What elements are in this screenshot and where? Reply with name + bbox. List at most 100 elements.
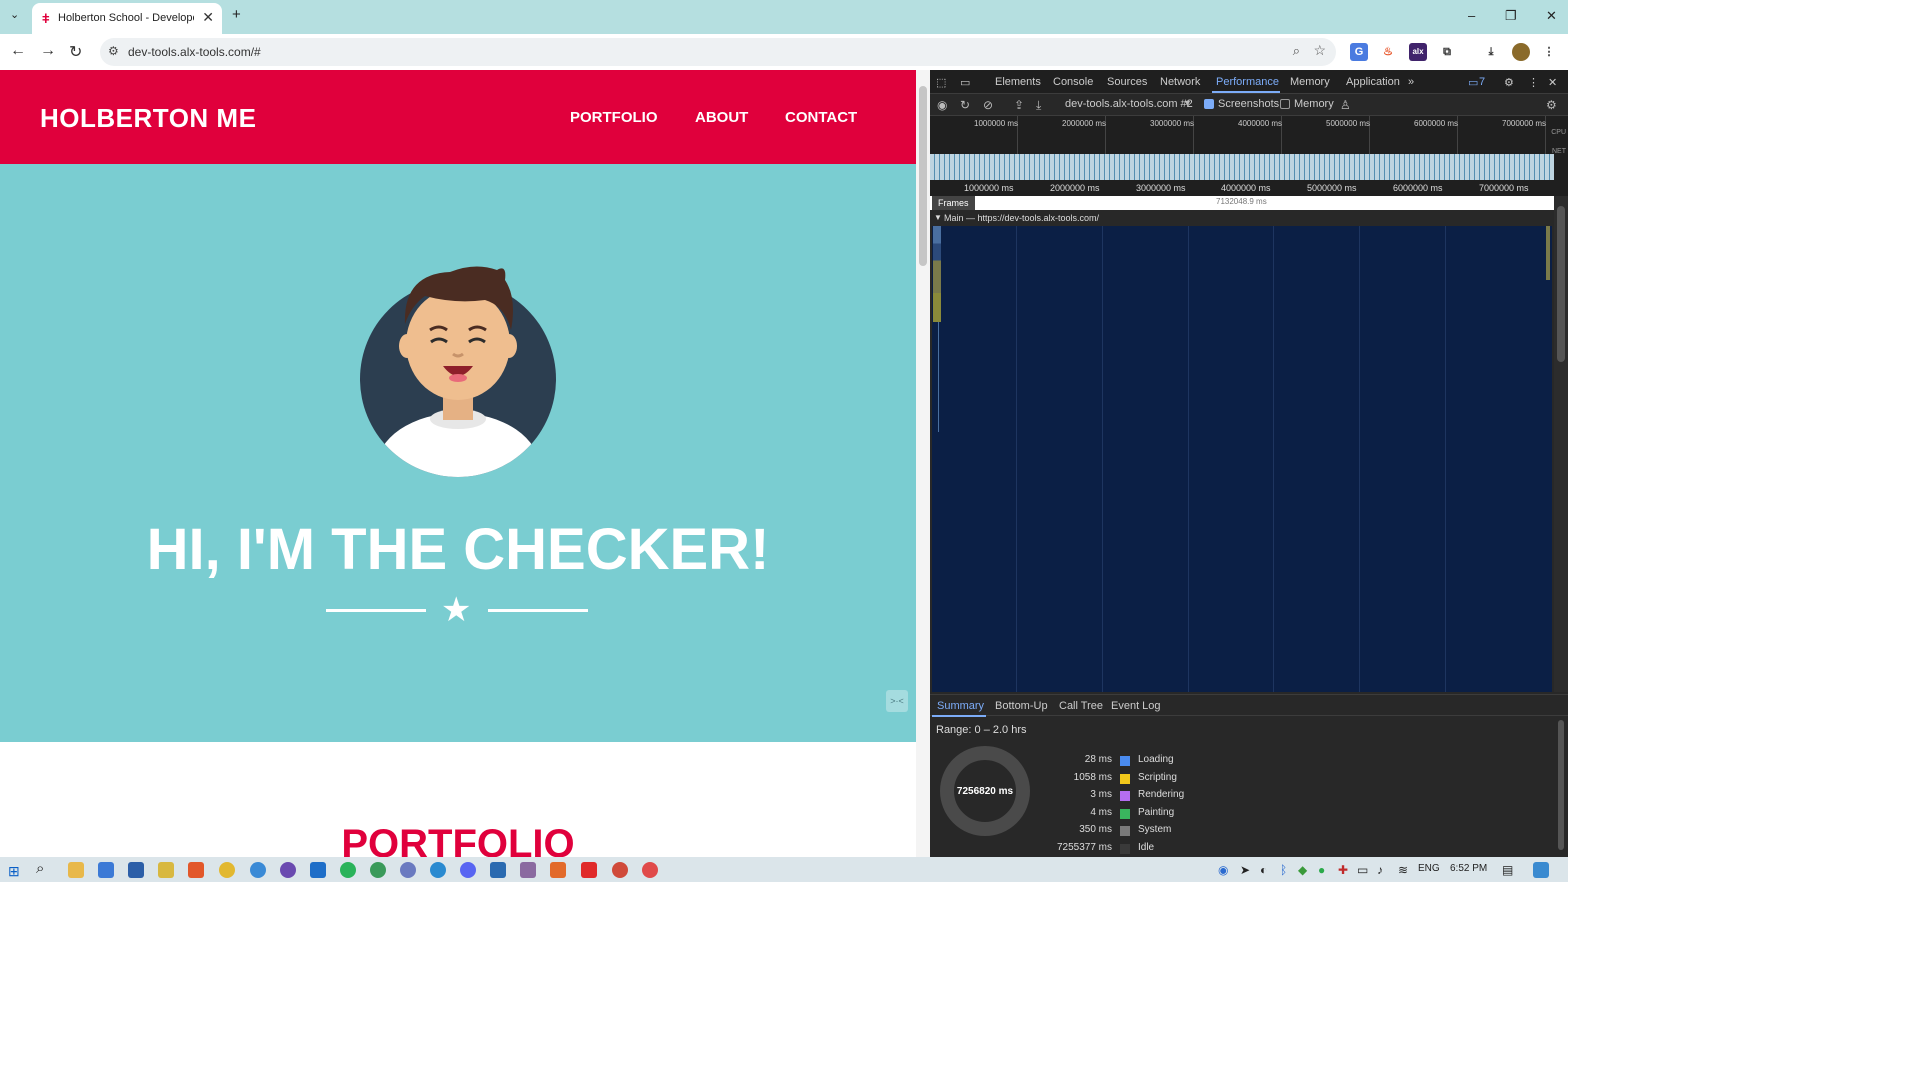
close-window-button[interactable]: ✕ [1546,8,1557,24]
flame-task-block[interactable] [933,226,941,322]
nav-about[interactable]: ABOUT [695,109,748,126]
discord-tray-icon[interactable]: ◐ [1260,863,1267,877]
vscode-icon[interactable] [310,862,326,878]
clear-icon[interactable]: ⊘ [983,98,993,112]
nvidia-icon[interactable]: ◆ [1298,863,1307,877]
battery-icon[interactable]: ▭ [1357,863,1368,877]
minimize-button[interactable]: – [1468,8,1475,23]
tab-console[interactable]: Console [1053,76,1093,88]
fire-extension-icon[interactable]: ♨ [1379,43,1397,61]
app-icon[interactable] [128,862,144,878]
tab-memory[interactable]: Memory [1290,76,1330,88]
profile-avatar[interactable] [1512,43,1530,61]
tab-elements[interactable]: Elements [995,76,1041,88]
downloads-icon[interactable]: ⤓ [1482,43,1500,61]
site-brand[interactable]: HOLBERTON ME [40,103,256,134]
tab-search-icon[interactable]: ⌄ [10,8,19,21]
notes-icon[interactable] [158,862,174,878]
flame-scrollbar[interactable] [1554,196,1568,692]
app-icon[interactable] [400,862,416,878]
copilot-icon[interactable] [1533,862,1549,878]
back-icon[interactable]: ← [10,42,26,60]
github-icon[interactable] [280,862,296,878]
new-tab-button[interactable]: + [232,6,241,23]
tab-bottom-up[interactable]: Bottom-Up [995,700,1048,712]
search-icon[interactable]: ⌕ [36,860,52,877]
screenshots-checkbox[interactable] [1204,99,1214,109]
download-profile-icon[interactable]: ⤓ [1036,98,1041,113]
telegram-icon[interactable] [430,862,446,878]
app-icon[interactable] [550,862,566,878]
floating-widget-button[interactable]: >·< [886,690,908,712]
chrome-profile-icon[interactable] [612,862,628,878]
address-bar[interactable]: ⚙ dev-tools.alx-tools.com/# ⌕ ☆ [100,38,1336,66]
collect-garbage-icon[interactable]: ♙ [1340,98,1351,112]
memory-checkbox[interactable] [1280,99,1290,109]
inspect-element-icon[interactable]: ⬚ [936,76,946,89]
browser-menu-icon[interactable]: ⋮ [1540,43,1558,61]
page-scrollbar[interactable] [916,70,930,857]
settings-gear-icon[interactable]: ⚙ [1504,76,1514,89]
app-icon[interactable] [188,862,204,878]
translate-extension-icon[interactable]: G [1350,43,1368,61]
upload-profile-icon[interactable]: ⇪ [1014,98,1024,112]
reload-record-icon[interactable]: ↻ [960,98,970,112]
app-icon[interactable] [370,862,386,878]
language-indicator[interactable]: ENG [1418,863,1440,874]
issues-icon[interactable]: ▭ [1468,76,1478,89]
flame-scroll-thumb[interactable] [1557,206,1565,362]
discord-icon[interactable] [460,862,476,878]
expand-arrow-icon[interactable]: ▼ [934,213,942,222]
tab-close-icon[interactable]: ✕ [202,9,214,26]
bookmark-star-icon[interactable]: ☆ [1313,42,1326,59]
tab-network[interactable]: Network [1160,76,1200,88]
volume-icon[interactable]: ♪ [1377,863,1383,877]
tab-performance[interactable]: Performance [1216,76,1279,88]
tray-app-icon[interactable]: ◉ [1218,863,1228,877]
site-info-icon[interactable]: ⚙ [108,44,119,58]
tray-app-icon[interactable]: ● [1318,863,1325,877]
store-icon[interactable] [98,862,114,878]
tab-call-tree[interactable]: Call Tree [1059,700,1103,712]
bluetooth-icon[interactable]: ᛒ [1280,863,1287,877]
frames-track[interactable]: Frames 7132048.9 ms [930,196,1554,210]
frames-track-label[interactable]: Frames [932,196,975,210]
whatsapp-icon[interactable] [340,862,356,878]
tab-summary[interactable]: Summary [937,700,984,712]
chevron-down-icon[interactable]: ▼ [1183,98,1192,108]
flame-task-block[interactable] [1546,226,1550,280]
close-devtools-icon[interactable]: ✕ [1548,76,1557,89]
extensions-puzzle-icon[interactable]: ⧉ [1438,43,1456,61]
main-flame-chart[interactable] [932,226,1552,692]
issues-count[interactable]: 7 [1479,76,1485,88]
reload-icon[interactable]: ↻ [69,42,82,62]
youtube-icon[interactable] [581,862,597,878]
file-explorer-icon[interactable] [68,862,84,878]
summary-scroll-thumb[interactable] [1558,720,1564,850]
clock[interactable]: 6:52 PM [1450,863,1487,874]
flame-task-block[interactable] [938,322,939,432]
restore-button[interactable]: ❐ [1505,8,1517,24]
target-select[interactable]: dev-tools.alx-tools.com #2 [1065,98,1193,110]
nav-portfolio[interactable]: PORTFOLIO [570,109,658,126]
wifi-icon[interactable]: ≋ [1398,863,1408,877]
telegram-tray-icon[interactable]: ➤ [1240,863,1250,877]
chrome-icon[interactable] [219,862,235,878]
zoom-icon[interactable]: ⌕ [1293,43,1300,59]
notifications-icon[interactable]: ▤ [1502,863,1513,877]
app-icon[interactable] [520,862,536,878]
tab-application[interactable]: Application [1346,76,1400,88]
more-tabs-icon[interactable]: » [1408,76,1414,88]
nav-contact[interactable]: CONTACT [785,109,857,126]
device-toolbar-icon[interactable]: ▭ [960,76,970,89]
main-track-header[interactable]: ▼ Main — https://dev-tools.alx-tools.com… [930,212,1554,226]
outlook-icon[interactable] [490,862,506,878]
tab-sources[interactable]: Sources [1107,76,1147,88]
forward-icon[interactable]: → [40,42,56,60]
tab-event-log[interactable]: Event Log [1111,700,1161,712]
alx-extension-icon[interactable]: alx [1409,43,1427,61]
browser-tab[interactable]: ǂ Holberton School - Developer t ✕ [32,3,222,34]
page-scroll-thumb[interactable] [919,86,927,266]
windows-start-icon[interactable]: ⊞ [8,863,24,879]
capture-settings-icon[interactable]: ⚙ [1546,98,1557,112]
